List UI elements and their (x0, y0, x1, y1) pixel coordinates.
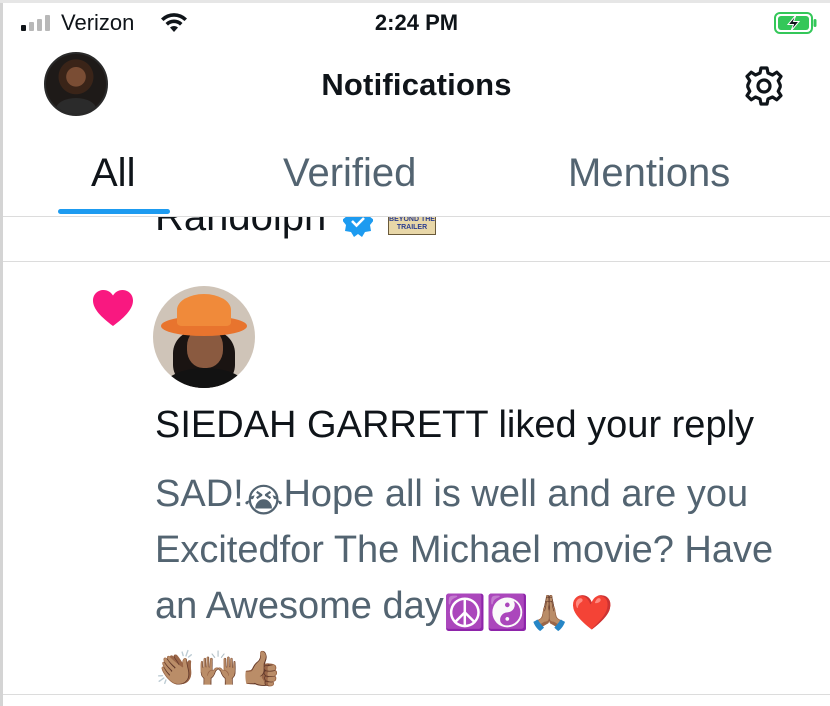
list-item[interactable]: Randolph BEYOND THE TRAILER (3, 217, 830, 261)
reply-text-part: SAD! (155, 473, 244, 515)
verified-badge-icon (343, 217, 373, 237)
tab-bar: All Verified Mentions (3, 131, 830, 217)
yin-yang-emoji: ☯️ (486, 593, 529, 633)
status-bar: Verizon 2:24 PM (3, 3, 830, 41)
status-time: 2:24 PM (374, 10, 459, 35)
battery-charging-icon (774, 12, 817, 34)
clapping-hands-emoji: 👏🏽 (155, 649, 198, 689)
gear-icon[interactable] (743, 65, 785, 107)
raising-hands-emoji: 🙌🏽 (197, 649, 240, 689)
active-tab-indicator (58, 209, 170, 214)
folded-hands-emoji: 🙏🏽 (528, 593, 571, 633)
notification-item[interactable]: SIEDAH GARRETT liked your reply SAD!😭Hop… (3, 262, 830, 694)
user-avatar[interactable] (153, 286, 255, 388)
divider (3, 694, 830, 695)
thumbs-up-emoji: 👍🏽 (239, 649, 283, 689)
peace-symbol-emoji: ☮️ (443, 593, 487, 633)
tab-verified[interactable]: Verified (283, 151, 416, 196)
book-image: BEYOND THE TRAILER (388, 217, 436, 235)
crying-face-emoji: 😭 (243, 481, 284, 521)
reply-text: SAD!😭Hope all is well and are you Excite… (155, 466, 825, 690)
header: Notifications (3, 41, 830, 131)
notification-headline: SIEDAH GARRETT liked your reply (155, 404, 755, 446)
tab-mentions[interactable]: Mentions (568, 151, 730, 196)
page-title: Notifications (321, 67, 512, 102)
user-name: Randolph (155, 217, 327, 239)
tab-all[interactable]: All (91, 151, 135, 196)
heart-icon (93, 290, 133, 326)
red-heart-emoji: ❤️ (570, 593, 614, 633)
